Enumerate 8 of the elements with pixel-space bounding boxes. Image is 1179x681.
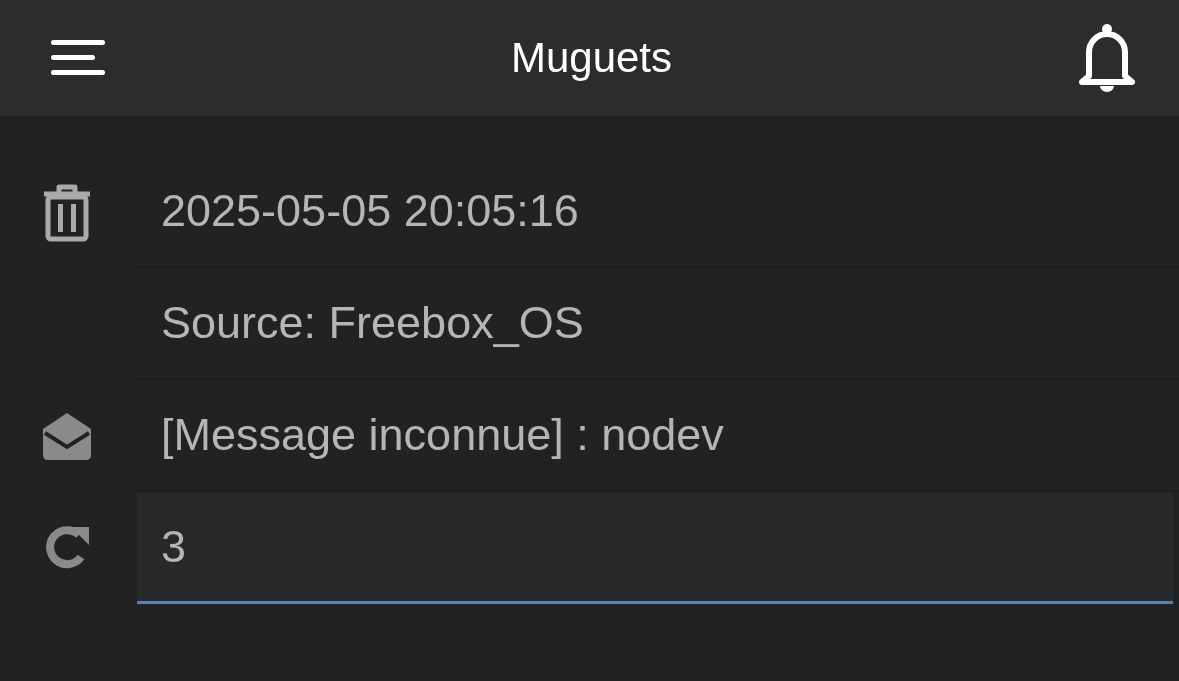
- message-text: [Message inconnue] : nodev: [161, 409, 724, 461]
- envelope-icon: [42, 411, 91, 461]
- date-text: 2025-05-05 20:05:16: [161, 185, 579, 237]
- source-text: Source: Freebox_OS: [161, 297, 584, 349]
- page-title: Muguets: [510, 34, 673, 82]
- notification-bell-icon[interactable]: [1077, 24, 1137, 92]
- menu-icon[interactable]: [50, 38, 106, 78]
- count-input-field[interactable]: 3: [137, 492, 1173, 604]
